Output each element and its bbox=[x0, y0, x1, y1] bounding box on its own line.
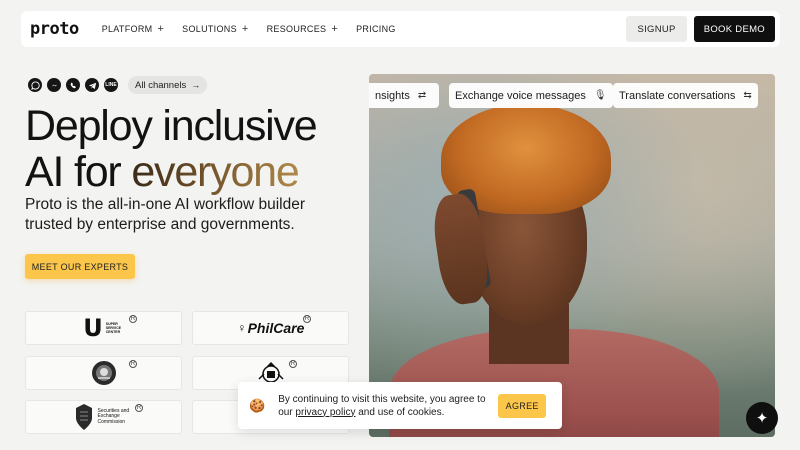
menu-solutions-label: SOLUTIONS bbox=[182, 24, 237, 34]
channel-icons-row: LINE All channels → bbox=[28, 75, 208, 95]
plus-icon: + bbox=[241, 23, 249, 35]
all-channels-label: All channels bbox=[135, 79, 187, 91]
philcare-text: PhilCare bbox=[247, 320, 305, 336]
usc-text: SUPER SERVICE CENTER bbox=[105, 322, 122, 334]
chip-insights-label: nsights bbox=[375, 89, 410, 102]
main-menu: PLATFORM + SOLUTIONS + RESOURCES + PRICI… bbox=[102, 23, 414, 35]
sec-text: Securities and Exchange Commission bbox=[97, 407, 130, 425]
logo-text: proto bbox=[30, 19, 79, 39]
agree-button[interactable]: AGREE bbox=[498, 393, 547, 418]
chip-translate-label: Translate conversations bbox=[619, 89, 736, 102]
registered-icon: R bbox=[129, 315, 137, 323]
philcare-mark-icon: ♀ bbox=[236, 321, 246, 335]
chip-voice-messages: Exchange voice messages 🎙 bbox=[449, 83, 613, 108]
usc-letter: U bbox=[83, 314, 103, 342]
partner-card-sec: Securities and Exchange Commission R bbox=[25, 400, 182, 434]
registered-icon: R bbox=[303, 315, 311, 323]
hero-headline-plain: AI for bbox=[25, 148, 132, 196]
menu-resources[interactable]: RESOURCES + bbox=[267, 23, 338, 35]
arrow-right-icon: → bbox=[191, 80, 201, 90]
translate-icon: ⇆ bbox=[743, 90, 752, 101]
meet-experts-button[interactable]: MEET OUR EXPERTS bbox=[25, 254, 135, 279]
cookie-text-after: and use of cookies. bbox=[355, 406, 445, 418]
cookie-icon: 🍪 bbox=[249, 397, 266, 413]
registered-icon: R bbox=[129, 360, 137, 368]
menu-solutions[interactable]: SOLUTIONS + bbox=[182, 23, 248, 35]
whatsapp-icon bbox=[28, 78, 42, 92]
line-icon: LINE bbox=[104, 78, 118, 92]
partner-card-usc: U SUPER SERVICE CENTER R bbox=[25, 311, 182, 345]
partner-card-philcare: ♀ PhilCare R bbox=[192, 311, 349, 345]
government-seal-icon bbox=[91, 361, 116, 385]
messenger-icon bbox=[47, 78, 61, 92]
chip-translate: Translate conversations ⇆ bbox=[613, 83, 758, 108]
menu-resources-label: RESOURCES bbox=[266, 24, 327, 34]
top-navbar: proto PLATFORM + SOLUTIONS + RESOURCES +… bbox=[21, 11, 780, 47]
proto-logo[interactable]: proto bbox=[30, 19, 79, 39]
hero-subtitle: Proto is the all-in-one AI workflow buil… bbox=[25, 196, 305, 233]
hero-headline-line2: AI for everyone bbox=[25, 149, 317, 195]
hero-headline-line1: Deploy inclusive bbox=[25, 102, 318, 150]
privacy-policy-link[interactable]: privacy policy bbox=[295, 407, 355, 418]
sec-shield-icon bbox=[75, 404, 92, 430]
hero-headline: Deploy inclusive AI for everyone bbox=[25, 102, 318, 195]
menu-pricing-label: PRICING bbox=[356, 24, 396, 34]
sec-logo: Securities and Exchange Commission bbox=[74, 403, 134, 431]
sparkle-icon: ✦ bbox=[755, 410, 769, 427]
menu-pricing[interactable]: PRICING bbox=[356, 23, 396, 35]
chip-voice-label: Exchange voice messages bbox=[455, 89, 586, 102]
cookie-text: By continuing to visit this website, you… bbox=[278, 393, 493, 419]
cookie-banner: 🍪 By continuing to visit this website, y… bbox=[238, 382, 562, 429]
partner-card-seal: R bbox=[25, 356, 182, 390]
viber-icon bbox=[66, 78, 80, 92]
plus-icon: + bbox=[157, 23, 165, 35]
registered-icon: R bbox=[289, 360, 297, 368]
chat-assistant-button[interactable]: ✦ bbox=[746, 402, 778, 434]
chip-insights: nsights ⇄ bbox=[369, 83, 439, 108]
nav-actions: SIGNUP BOOK DEMO bbox=[626, 16, 775, 42]
telegram-icon bbox=[85, 78, 99, 92]
philcare-logo: ♀ PhilCare bbox=[237, 320, 305, 336]
menu-platform[interactable]: PLATFORM + bbox=[102, 23, 164, 35]
all-channels-link[interactable]: All channels → bbox=[128, 76, 208, 94]
menu-platform-label: PLATFORM bbox=[101, 24, 153, 34]
plus-icon: + bbox=[331, 23, 339, 35]
book-demo-button[interactable]: BOOK DEMO bbox=[693, 16, 775, 42]
signup-button[interactable]: SIGNUP bbox=[626, 16, 687, 42]
usc-logo: U SUPER SERVICE CENTER bbox=[83, 314, 124, 342]
registered-icon: R bbox=[135, 404, 143, 412]
microphone-icon: 🎙 bbox=[593, 90, 607, 101]
transfer-icon: ⇄ bbox=[417, 90, 427, 101]
hero-headline-accent: everyone bbox=[131, 148, 299, 196]
